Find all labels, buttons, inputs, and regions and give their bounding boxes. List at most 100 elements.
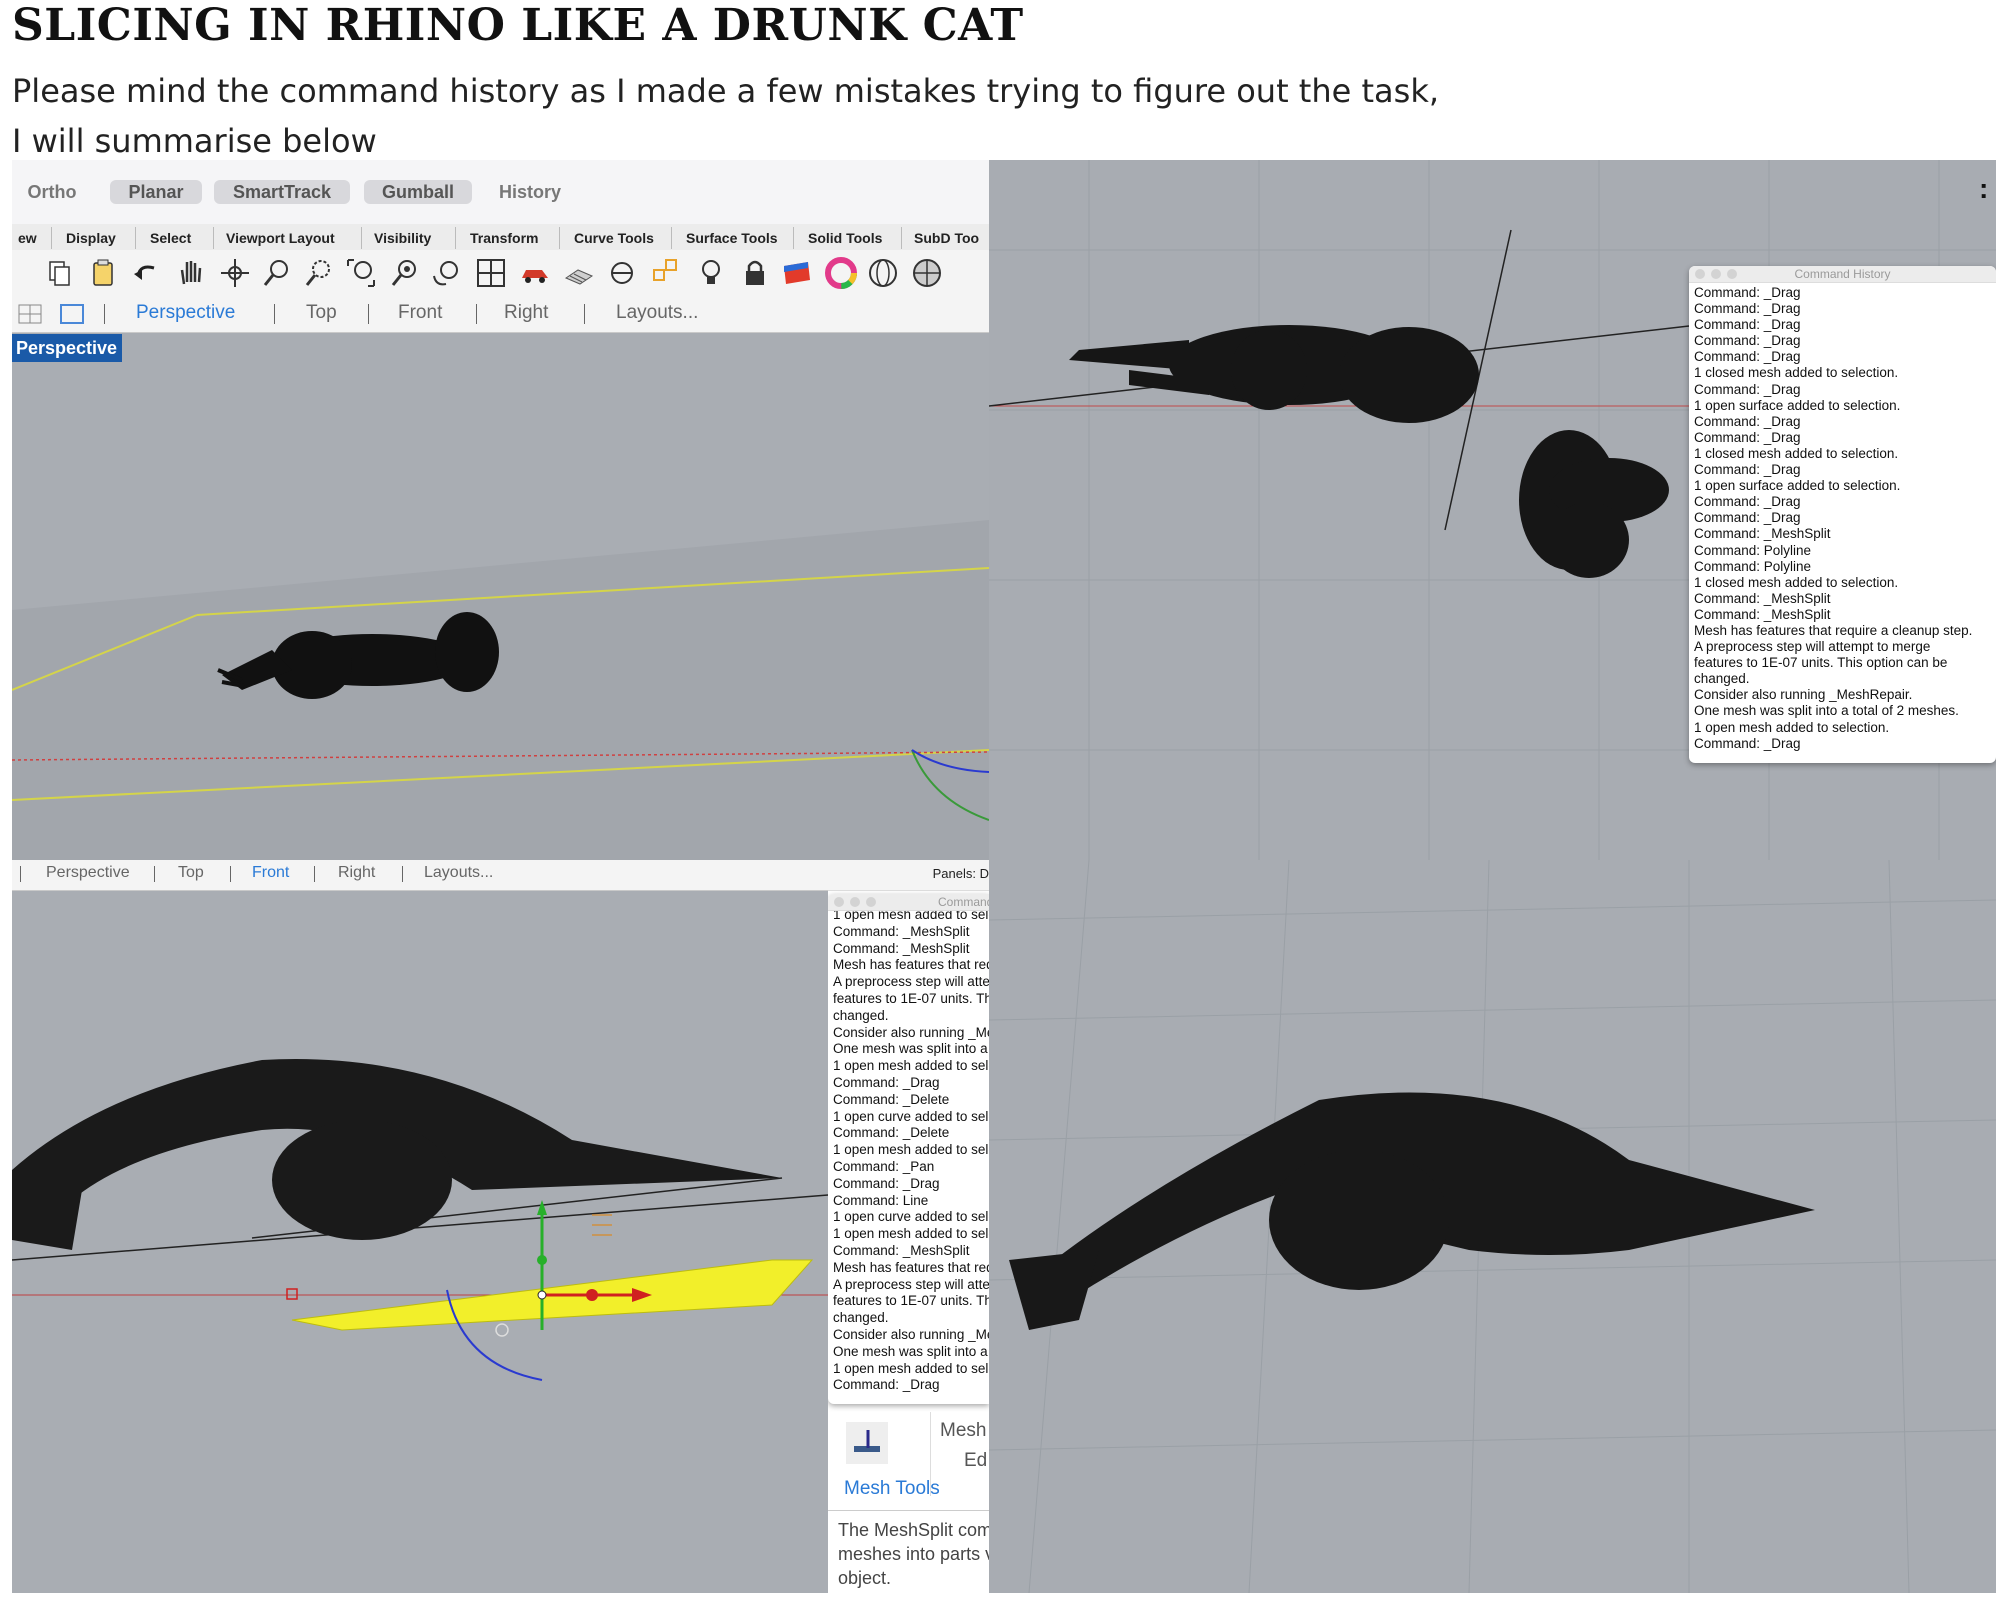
list-item: Command: _Drag [1694,429,1801,445]
list-item: 1 open surface added to selection. [1694,397,1901,413]
list-item: Command: _MeshSplit [833,940,970,956]
list-item: A preprocess step will atten [833,1276,989,1292]
zoom-icon[interactable] [260,256,294,290]
pan-hand-icon[interactable] [174,256,208,290]
sphere-icon[interactable] [866,256,900,290]
undo-view-icon[interactable] [430,256,464,290]
tab-separator [314,866,315,882]
list-item: Command: _Drag [1694,413,1801,429]
tab-select[interactable]: Select [136,227,214,249]
viewport-tab-perspective[interactable]: Perspective [136,302,235,324]
cat-mesh-top [1069,325,1669,578]
viewport-tab-top[interactable]: Top [306,302,337,324]
command-window-side[interactable]: Command 1 open mesh added to sele Comman… [828,894,989,1404]
top-viewport-top-right[interactable]: : Command History Command: _Drag Command… [989,160,1996,860]
viewport-tab-layouts[interactable]: Layouts... [424,864,493,882]
minimize-dot-icon[interactable] [1711,269,1721,279]
viewport-tab-layouts[interactable]: Layouts... [616,302,698,324]
close-dot-icon[interactable] [834,897,844,907]
list-item: Consider also running _MeshRepair. [1694,687,1913,703]
tab-view[interactable]: ew [12,227,52,249]
smarttrack-toggle[interactable]: SmartTrack [214,180,350,204]
command-side-list: 1 open mesh added to sele Command: _Mesh… [828,907,989,1394]
mesh-tools-link[interactable]: Mesh Tools [844,1478,940,1500]
tab-display[interactable]: Display [52,227,136,249]
color-wheel-icon[interactable] [824,256,858,290]
toolbar-tabs: ew Display Select Viewport Layout Visibi… [12,224,989,251]
gumball-toggle[interactable]: Gumball [364,180,472,204]
command-history-titlebar[interactable]: Command History [1689,266,1996,283]
list-item: Command: _Drag [833,1074,940,1090]
tab-transform[interactable]: Transform [456,227,560,249]
zoom-dot-icon[interactable] [1727,269,1737,279]
planar-toggle[interactable]: Planar [110,180,202,204]
list-item: Command: _MeshSplit [833,923,970,939]
ortho-toggle[interactable]: Ortho [22,180,82,204]
viewport-tab-right[interactable]: Right [338,864,375,882]
viewport-tab-right[interactable]: Right [504,302,548,324]
icon-toolbar [12,250,989,296]
command-history-window[interactable]: Command History Command: _Drag Command: … [1689,266,1996,763]
cat-mesh-perspective-sliced [1009,1092,1815,1330]
tab-separator [274,304,275,324]
list-item: Command: _Drag [1694,301,1801,317]
side-panel: Panels: D Command 1 open mesh added to s… [828,860,989,1593]
globe-icon[interactable] [910,256,944,290]
tab-visibility[interactable]: Visibility [362,227,456,249]
zoom-dot-icon[interactable] [866,897,876,907]
list-item: Mesh has features that require a cleanup… [1694,622,1973,638]
list-item: Consider also running _Me [833,1024,989,1040]
close-dot-icon[interactable] [1695,269,1705,279]
copy-icon[interactable] [42,256,76,290]
list-item: 1 open curve added to sele [833,1108,989,1124]
render-icon[interactable] [562,256,596,290]
viewport-tab-front[interactable]: Front [398,302,442,324]
list-item: features to 1E-07 units. This option can… [1694,655,1948,671]
list-item: Command: _Drag [1694,333,1801,349]
viewport-tab-perspective[interactable]: Perspective [46,864,130,882]
zoom-selected-icon[interactable] [388,256,422,290]
tab-surface-tools[interactable]: Surface Tools [672,227,794,249]
viewport-label[interactable]: Perspective [12,334,122,362]
viewport-tab-top[interactable]: Top [178,864,204,882]
lock-icon[interactable] [738,256,772,290]
perspective-viewport-top-left[interactable]: Ortho Planar SmartTrack Gumball History … [12,160,989,860]
command-history-list: Command: _Drag Command: _Drag Command: _… [1689,285,1996,752]
tab-separator [402,866,403,882]
history-toggle[interactable]: History [490,180,570,204]
list-item: A preprocess step will atten [833,974,989,990]
paste-icon[interactable] [86,256,120,290]
grid-icon[interactable] [474,256,508,290]
panels-label[interactable]: Panels: D [933,866,989,881]
minimize-dot-icon[interactable] [850,897,860,907]
list-item: features to 1E-07 units. Th [833,990,989,1006]
mesh-split-icon[interactable] [846,1422,888,1464]
undo-icon[interactable] [130,256,164,290]
tab-solid-tools[interactable]: Solid Tools [794,227,902,249]
light-icon[interactable] [694,256,728,290]
tab-curve-tools[interactable]: Curve Tools [560,227,672,249]
list-item: 1 open mesh added to selection. [1694,719,1890,735]
list-item: One mesh was split into a [833,1041,988,1057]
tab-separator [230,866,231,882]
list-item: changed. [833,1007,889,1023]
car-icon[interactable] [518,256,552,290]
tab-viewport-layout[interactable]: Viewport Layout [214,227,362,249]
rotate-view-icon[interactable] [218,256,252,290]
zoom-extents-icon[interactable] [344,256,378,290]
perspective-viewport-bottom-right[interactable] [989,860,1996,1593]
tab-subd-tools[interactable]: SubD Too [902,227,989,249]
viewport-tab-front[interactable]: Front [252,864,289,882]
single-viewport-icon[interactable] [60,304,84,324]
rhino-screenshot: Ortho Planar SmartTrack Gumball History … [12,160,1996,1593]
viewport-tabs-top: Perspective Top Front Right Layouts... [12,296,989,333]
front-viewport-bottom-left[interactable]: Perspective Top Front Right Layouts... [12,860,828,1593]
tab-separator [20,866,21,882]
command-window-titlebar[interactable]: Command [828,894,989,911]
list-item: Command: Polyline [1694,558,1812,574]
material-icon[interactable] [780,256,814,290]
snap-icon[interactable] [606,256,640,290]
four-viewports-icon[interactable] [18,304,42,324]
zoom-window-icon[interactable] [302,256,336,290]
gumball-icon[interactable] [650,256,684,290]
